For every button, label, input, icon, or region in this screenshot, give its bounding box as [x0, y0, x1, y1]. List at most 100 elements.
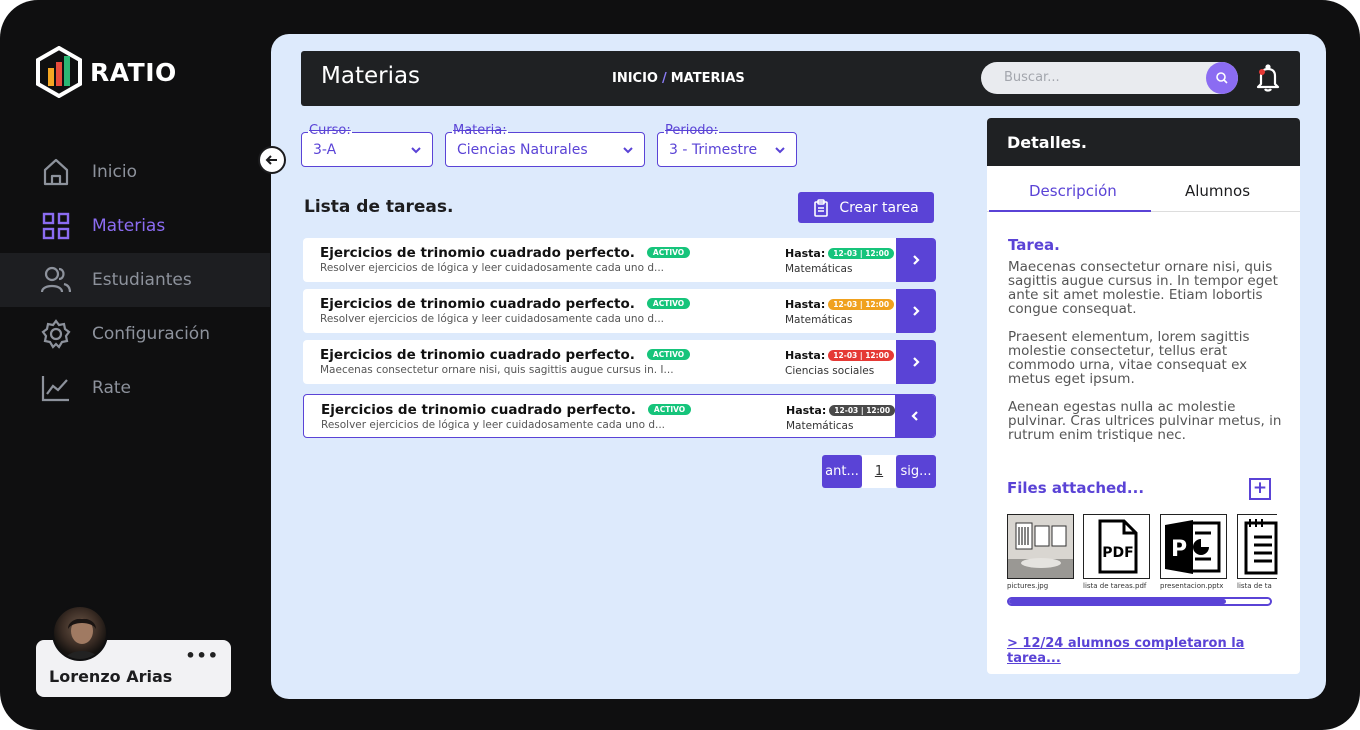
logo-icon: [36, 46, 82, 98]
sidebar-item-materias[interactable]: Materias: [0, 199, 270, 253]
due-date-pill: 12-03 | 12:00: [828, 299, 895, 310]
create-task-button[interactable]: Crear tarea: [798, 192, 934, 223]
clipboard-icon: [814, 198, 829, 217]
sidebar-item-configuracion[interactable]: Configuración: [0, 307, 270, 361]
due-label: Hasta:: [786, 404, 827, 417]
task-due: Hasta: 12-03 | 12:00: [785, 247, 895, 260]
sidebar-item-label: Materias: [92, 216, 166, 236]
files-scrollbar-thumb[interactable]: [1009, 599, 1226, 604]
avatar[interactable]: [52, 605, 108, 661]
file-name: lista de ta...: [1237, 582, 1272, 590]
task-title-text: Ejercicios de trinomio cuadrado perfecto…: [320, 296, 635, 312]
sidebar-item-rate[interactable]: Rate: [0, 361, 270, 415]
chevron-right-icon: [913, 255, 920, 265]
task-subject: Ciencias sociales: [785, 365, 875, 377]
header-bar: Materias INICIO / MATERIAS Buscar...: [301, 51, 1300, 106]
task-title: Ejercicios de trinomio cuadrado perfecto…: [321, 402, 692, 418]
open-task-button[interactable]: [896, 238, 936, 282]
open-task-button[interactable]: [896, 289, 936, 333]
task-row[interactable]: Ejercicios de trinomio cuadrado perfecto…: [303, 289, 936, 333]
task-row[interactable]: Ejercicios de trinomio cuadrado perfecto…: [303, 340, 936, 384]
task-row[interactable]: Ejercicios de trinomio cuadrado perfecto…: [303, 238, 936, 282]
filter-curso[interactable]: Curso: 3-A: [301, 123, 433, 167]
close-task-button[interactable]: [895, 395, 935, 437]
more-options-icon[interactable]: •••: [185, 646, 219, 665]
filter-value: 3 - Trimestre: [669, 142, 758, 158]
add-file-button[interactable]: +: [1249, 478, 1271, 500]
file-thumbnail-document[interactable]: [1237, 514, 1278, 579]
gear-icon: [40, 318, 72, 350]
search-input[interactable]: Buscar...: [981, 62, 1238, 94]
files-title: Files attached...: [1007, 479, 1145, 497]
description-paragraph: Maecenas consectetur ornare nisi, quis s…: [1008, 259, 1278, 317]
files-scrollbar[interactable]: [1007, 597, 1272, 606]
sidebar-item-estudiantes[interactable]: Estudiantes: [0, 253, 270, 307]
task-due: Hasta: 12-03 | 12:00: [785, 298, 895, 311]
details-tabs: Descripción Alumnos: [987, 166, 1300, 212]
sidebar-item-label: Estudiantes: [92, 270, 192, 290]
active-tab-indicator: [989, 210, 1151, 212]
file-name: presentacion.pptx: [1160, 582, 1224, 590]
due-label: Hasta:: [785, 349, 826, 362]
file-thumbnail-image[interactable]: [1007, 514, 1074, 579]
arrow-left-icon: [265, 155, 277, 165]
tab-descripcion[interactable]: Descripción: [1029, 182, 1117, 200]
chart-line-icon: [40, 372, 72, 404]
status-badge: ACTIVO: [646, 247, 691, 258]
logo: RATIO: [36, 46, 177, 98]
collapse-sidebar-button[interactable]: [258, 146, 286, 174]
filter-materia[interactable]: Materia: Ciencias Naturales: [445, 123, 645, 167]
notification-bell-icon[interactable]: [1253, 63, 1283, 93]
task-title: Ejercicios de trinomio cuadrado perfecto…: [320, 347, 691, 363]
app-window: RATIO Inicio Materias Estudiantes Config…: [0, 0, 1360, 730]
file-thumbnail-pdf[interactable]: PDF: [1083, 514, 1150, 579]
task-title: Ejercicios de trinomio cuadrado perfecto…: [320, 296, 691, 312]
task-list-title: Lista de tareas.: [304, 197, 454, 217]
pptx-icon: P: [1165, 520, 1221, 574]
search-button[interactable]: [1206, 62, 1238, 94]
task-title-text: Ejercicios de trinomio cuadrado perfecto…: [320, 245, 635, 261]
sidebar-nav: Inicio Materias Estudiantes Configuració…: [0, 145, 270, 415]
due-label: Hasta:: [785, 247, 826, 260]
task-description: Resolver ejercicios de lógica y leer cui…: [320, 262, 665, 274]
document-icon: [1244, 519, 1278, 575]
previous-page-button[interactable]: ant...: [822, 455, 862, 488]
completed-students-link[interactable]: > 12/24 alumnos completaron la tarea...: [1007, 636, 1300, 666]
chevron-right-icon: [913, 357, 920, 367]
pdf-icon: PDF: [1098, 519, 1138, 574]
chevron-down-icon: [411, 147, 421, 154]
breadcrumb-home[interactable]: INICIO: [612, 71, 658, 86]
chevron-down-icon: [775, 147, 785, 154]
create-task-label: Crear tarea: [839, 199, 919, 216]
file-name: lista de tareas.pdf: [1083, 582, 1147, 590]
tab-alumnos[interactable]: Alumnos: [1185, 182, 1250, 200]
filter-value: 3-A: [313, 142, 337, 158]
search-icon: [1216, 72, 1228, 84]
task-row-selected[interactable]: Ejercicios de trinomio cuadrado perfecto…: [303, 394, 936, 438]
filter-periodo[interactable]: Periodo: 3 - Trimestre: [657, 123, 797, 167]
file-thumbnail-pptx[interactable]: P: [1160, 514, 1227, 579]
chevron-down-icon: [623, 147, 633, 154]
due-date-pill: 12-03 | 12:00: [828, 248, 895, 259]
filter-label: Materia:: [452, 123, 508, 138]
svg-text:PDF: PDF: [1102, 545, 1133, 561]
sidebar-item-inicio[interactable]: Inicio: [0, 145, 270, 199]
sidebar-item-label: Rate: [92, 378, 131, 398]
task-subject: Matemáticas: [785, 263, 853, 275]
open-task-button[interactable]: [896, 340, 936, 384]
sidebar-item-label: Configuración: [92, 324, 210, 344]
task-title-text: Ejercicios de trinomio cuadrado perfecto…: [320, 347, 635, 363]
task-description: Resolver ejercicios de lógica y leer cui…: [321, 419, 666, 431]
description-title: Tarea.: [1008, 236, 1060, 254]
description-paragraph: Aenean egestas nulla ac molestie pulvina…: [1008, 399, 1282, 443]
pagination: ant... 1 sig...: [822, 455, 936, 488]
due-date-pill: 12-03 | 12:00: [828, 350, 895, 361]
svg-text:P: P: [1171, 537, 1187, 562]
task-subject: Matemáticas: [785, 314, 853, 326]
page-number[interactable]: 1: [862, 455, 896, 488]
details-panel: Detalles. Descripción Alumnos Tarea. Mae…: [987, 118, 1300, 674]
next-page-button[interactable]: sig...: [896, 455, 936, 488]
chevron-right-icon: [913, 306, 920, 316]
image-icon: [1008, 515, 1073, 578]
status-badge: ACTIVO: [647, 404, 692, 415]
